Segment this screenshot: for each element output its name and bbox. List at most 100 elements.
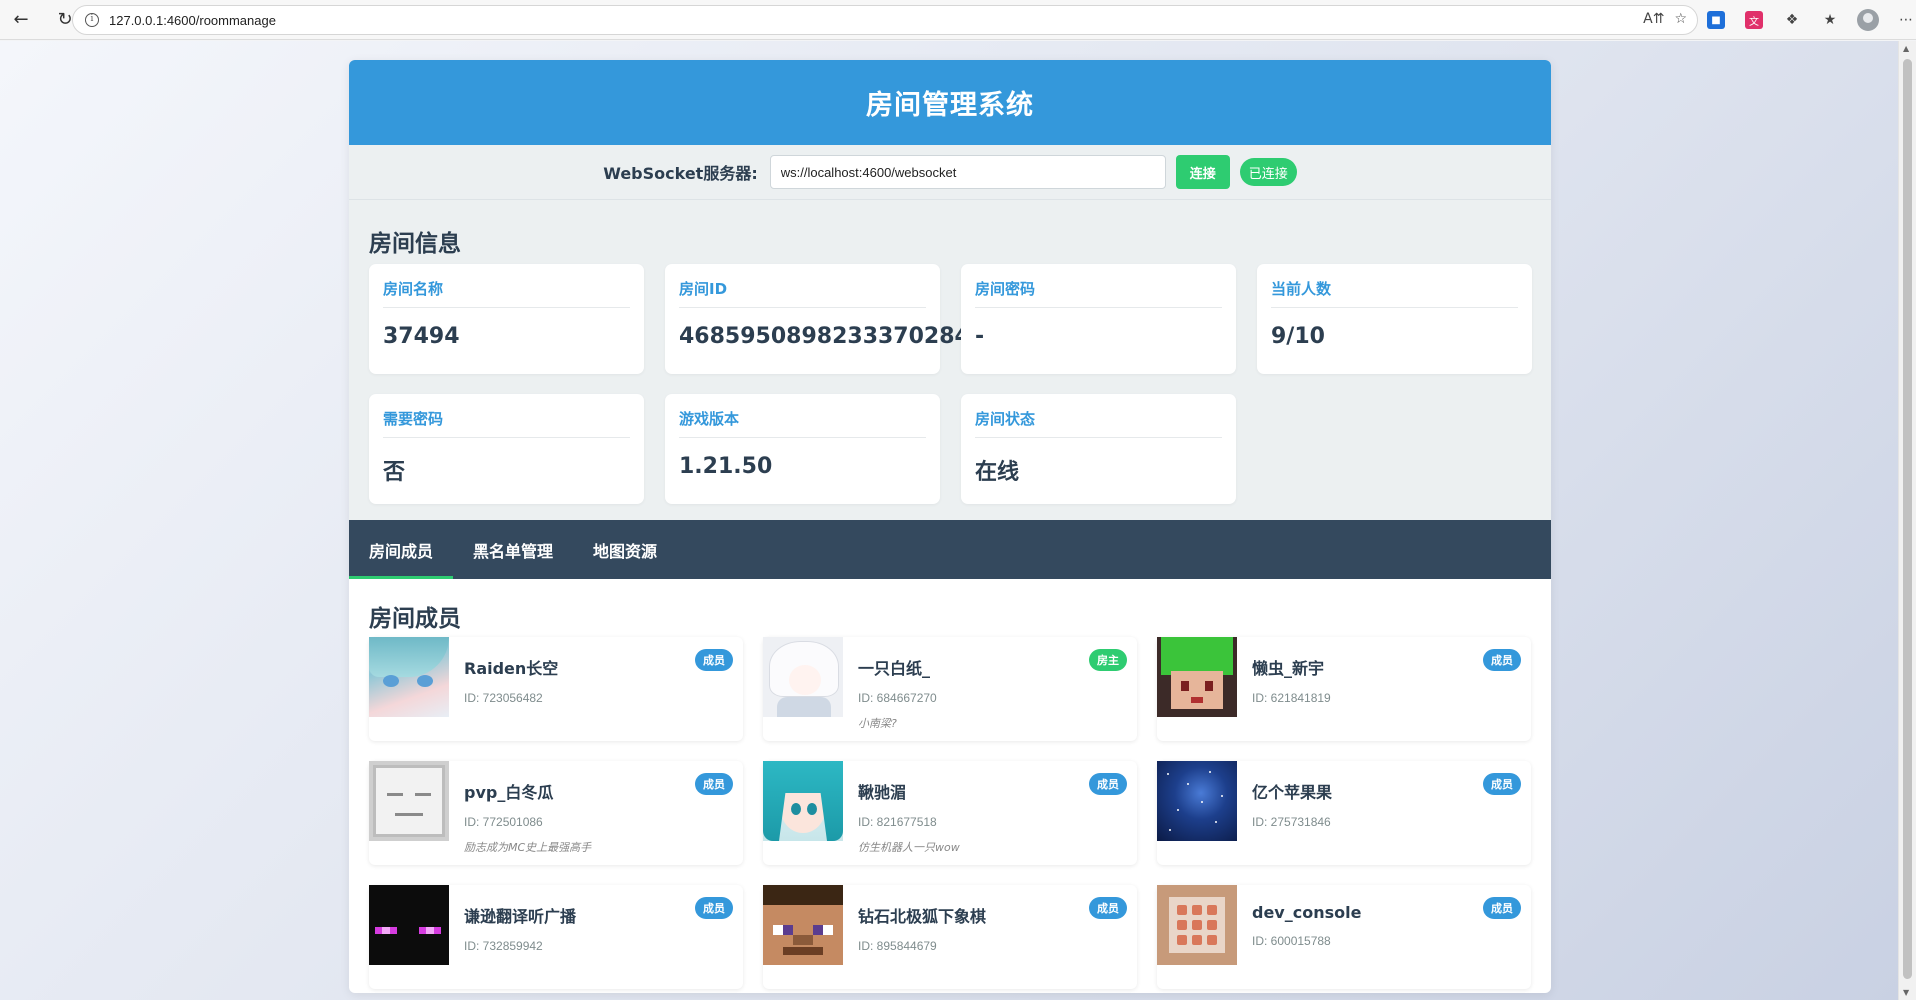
member-card[interactable]: 亿个苹果果 ID: 275731846 成员 [1157, 761, 1531, 865]
member-name: 懒虫_新宇 [1252, 659, 1325, 678]
green-pixel-avatar [1157, 637, 1237, 717]
member-id: ID: 723056482 [464, 691, 543, 705]
info-value: 9/10 [1271, 324, 1325, 349]
role-badge: 成员 [1089, 897, 1127, 919]
favorite-star-icon[interactable]: ☆ [1674, 11, 1687, 27]
info-value: 否 [383, 460, 406, 485]
member-card[interactable]: dev_console ID: 600015788 成员 [1157, 885, 1531, 989]
room-info-section: 房间信息 房间名称 37494 房间ID 4685950898233370284… [349, 200, 1551, 520]
info-card-room-id: 房间ID 4685950898233370284 [665, 264, 970, 374]
info-card-room-status: 房间状态 在线 [961, 394, 1236, 504]
anime-blue-avatar [369, 637, 449, 717]
member-id: ID: 621841819 [1252, 691, 1331, 705]
info-label: 需要密码 [383, 408, 630, 438]
tab-bar: 房间成员 黑名单管理 地图资源 [349, 520, 1551, 579]
command-block-avatar [1157, 885, 1237, 965]
room-info-grid: 房间名称 37494 房间ID 4685950898233370284 房间密码… [369, 264, 1532, 504]
member-id: ID: 684667270 [858, 691, 937, 705]
info-value: 4685950898233370284 [679, 324, 970, 349]
info-label: 房间密码 [975, 278, 1222, 308]
member-signature: 励志成为MC史上最强高手 [464, 841, 592, 854]
connect-button[interactable]: 连接 [1175, 155, 1230, 189]
role-badge-owner: 房主 [1089, 649, 1127, 671]
role-badge: 成员 [695, 897, 733, 919]
info-label: 房间名称 [383, 278, 630, 308]
member-grid: Raiden长空 ID: 723056482 成员 一只白纸_ ID: 6846… [369, 637, 1531, 989]
connection-status-badge: 已连接 [1239, 158, 1297, 186]
more-menu-icon[interactable]: ⋯ [1892, 6, 1916, 34]
white-hair-avatar [763, 637, 843, 717]
profile-avatar[interactable] [1854, 6, 1882, 34]
info-label: 游戏版本 [679, 408, 926, 438]
info-value: 37494 [383, 324, 460, 349]
member-signature: 小南梁? [858, 717, 897, 730]
scroll-down-icon[interactable]: ▼ [1903, 988, 1909, 997]
member-id: ID: 895844679 [858, 939, 937, 953]
scroll-up-icon[interactable]: ▲ [1903, 44, 1909, 53]
member-name: dev_console [1252, 903, 1362, 922]
role-badge: 成员 [1483, 897, 1521, 919]
steve-avatar [763, 885, 843, 965]
info-card-room-password: 房间密码 - [961, 264, 1236, 374]
info-label: 当前人数 [1271, 278, 1518, 308]
read-aloud-icon[interactable]: A⇈ [1643, 11, 1664, 27]
member-name: 一只白纸_ [858, 659, 931, 678]
members-section: 房间成员 Raiden长空 ID: 723056482 成员 一只白纸_ ID:… [349, 579, 1551, 989]
starry-sky-avatar [1157, 761, 1237, 841]
member-name: 钻石北极狐下象棋 [858, 907, 987, 926]
member-card[interactable]: 懒虫_新宇 ID: 621841819 成员 [1157, 637, 1531, 741]
role-badge: 成员 [695, 649, 733, 671]
tab-room-members[interactable]: 房间成员 [349, 520, 454, 579]
info-label: 房间状态 [975, 408, 1222, 438]
favorites-icon[interactable]: ★ [1816, 6, 1844, 34]
member-name: 谦逊翻译听广播 [464, 907, 577, 926]
address-bar[interactable]: i 127.0.0.1:4600/roommanage A⇈ ☆ [72, 5, 1698, 35]
member-id: ID: 600015788 [1252, 934, 1331, 948]
info-card-password-required: 需要密码 否 [369, 394, 644, 504]
members-title: 房间成员 [369, 606, 461, 632]
browser-toolbar: ← ↻ i 127.0.0.1:4600/roommanage A⇈ ☆ ■ 文… [0, 0, 1916, 40]
member-card[interactable]: 谦逊翻译听广播 ID: 732859942 成员 [369, 885, 743, 989]
page-scrollbar[interactable]: ▲ ▼ [1898, 41, 1916, 1000]
server-url-input[interactable] [769, 155, 1166, 189]
back-button[interactable]: ← [6, 5, 36, 35]
page-title: 房间管理系统 [866, 90, 1034, 121]
member-name: pvp_白冬瓜 [464, 783, 554, 802]
role-badge: 成员 [1483, 649, 1521, 671]
member-name: 亿个苹果果 [1252, 783, 1333, 802]
enderman-avatar [369, 885, 449, 965]
site-info-icon[interactable]: i [85, 13, 99, 27]
room-info-title: 房间信息 [369, 231, 461, 257]
member-id: ID: 275731846 [1252, 815, 1331, 829]
member-signature: 仿生机器人一只wow [858, 841, 960, 854]
info-card-game-version: 游戏版本 1.21.50 [665, 394, 940, 504]
member-card[interactable]: 钻石北极狐下象棋 ID: 895844679 成员 [763, 885, 1137, 989]
scrollbar-thumb[interactable] [1903, 59, 1912, 979]
info-value: 在线 [975, 460, 1020, 485]
extension-translate-icon[interactable]: 文 [1740, 6, 1768, 34]
info-label: 房间ID [679, 278, 926, 308]
miku-avatar [763, 761, 843, 841]
server-label: WebSocket服务器: [603, 164, 758, 183]
member-card[interactable]: 一只白纸_ ID: 684667270 小南梁? 房主 [763, 637, 1137, 741]
room-manager-app: 房间管理系统 WebSocket服务器: 连接 已连接 房间信息 房间名称 37… [349, 60, 1551, 993]
info-card-room-name: 房间名称 37494 [369, 264, 644, 374]
member-id: ID: 821677518 [858, 815, 937, 829]
member-card[interactable]: pvp_白冬瓜 ID: 772501086 励志成为MC史上最强高手 成员 [369, 761, 743, 865]
member-name: 鞦驰湄 [858, 783, 907, 802]
address-url[interactable]: 127.0.0.1:4600/roommanage [109, 13, 276, 28]
role-badge: 成员 [1483, 773, 1521, 795]
app-header: 房间管理系统 [349, 60, 1551, 145]
member-card[interactable]: 鞦驰湄 ID: 821677518 仿生机器人一只wow 成员 [763, 761, 1137, 865]
tab-blacklist[interactable]: 黑名单管理 [453, 520, 573, 579]
member-id: ID: 772501086 [464, 815, 543, 829]
page-viewport: 房间管理系统 WebSocket服务器: 连接 已连接 房间信息 房间名称 37… [0, 41, 1898, 1000]
role-badge: 成员 [695, 773, 733, 795]
info-value: - [975, 324, 985, 349]
connection-bar: WebSocket服务器: 连接 已连接 [349, 145, 1551, 200]
extension-blue-icon[interactable]: ■ [1702, 6, 1730, 34]
member-id: ID: 732859942 [464, 939, 543, 953]
member-card[interactable]: Raiden长空 ID: 723056482 成员 [369, 637, 743, 741]
tab-map-resources[interactable]: 地图资源 [573, 520, 677, 579]
extensions-puzzle-icon[interactable]: ❖ [1778, 6, 1806, 34]
